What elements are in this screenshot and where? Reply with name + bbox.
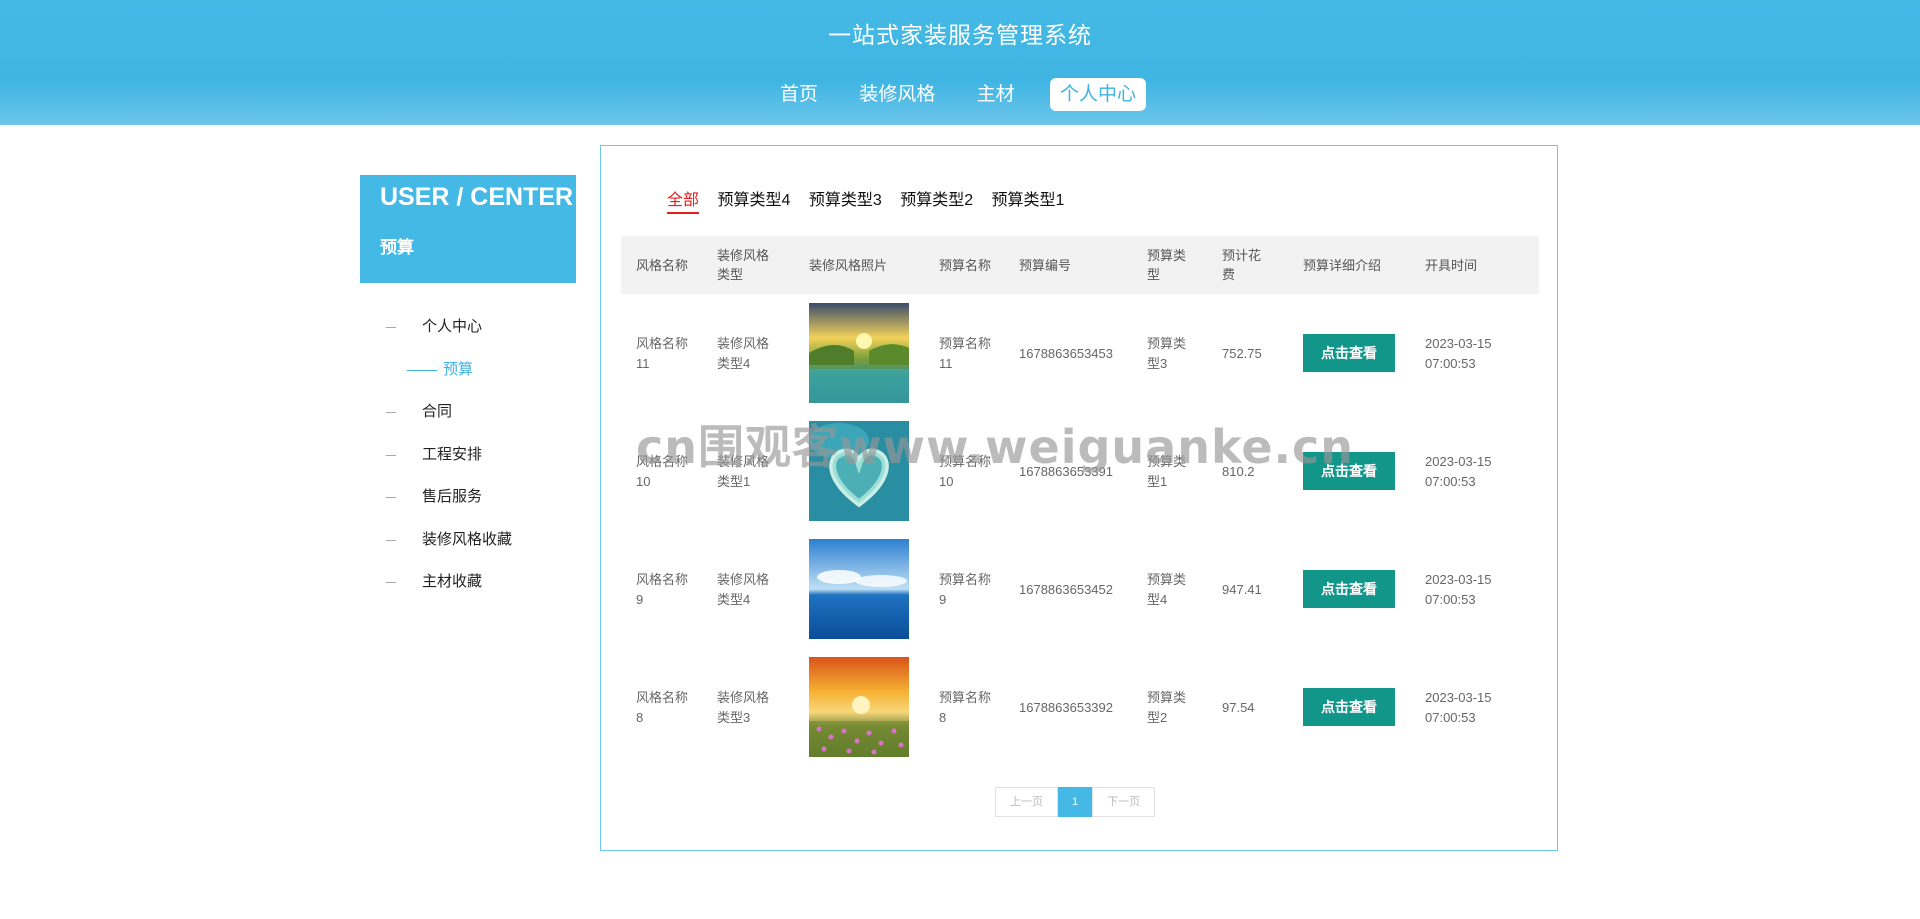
- filter-budget-type-1[interactable]: 预算类型1: [992, 186, 1065, 212]
- cell-style-type: 装修风格类型3: [717, 690, 770, 725]
- dash-icon: [386, 454, 396, 456]
- issue-clock-time: 07:00:53: [1425, 474, 1476, 489]
- view-detail-button[interactable]: 点击查看: [1303, 334, 1395, 372]
- table-row: 风格名称11 装修风格类型4 预算名称11 1678863653453 预算类型…: [621, 295, 1539, 413]
- cell-style-type: 装修风格类型4: [717, 336, 770, 371]
- cell-budget-number: 1678863653452: [1019, 582, 1113, 597]
- dash-icon: [386, 411, 396, 413]
- issue-clock-time: 07:00:53: [1425, 592, 1476, 607]
- cell-issue-time: 2023-03-15 07:00:53: [1425, 413, 1525, 531]
- cell-style-name: 风格名称11: [636, 336, 689, 371]
- cell-style-name: 风格名称9: [636, 572, 689, 607]
- cell-budget-number: 1678863653453: [1019, 346, 1113, 361]
- sea-sky-photo: [809, 539, 909, 639]
- col-budget-name: 预算名称: [939, 257, 992, 273]
- cell-estimated-cost: 947.41: [1222, 582, 1262, 597]
- site-header: 一站式家装服务管理系统 首页 装修风格 主材 个人中心: [0, 0, 1920, 125]
- dash-icon: [386, 496, 396, 498]
- sidebar-item-budget[interactable]: 预算: [386, 358, 473, 379]
- col-estimated-cost: 预计花费: [1222, 248, 1262, 282]
- filter-all[interactable]: 全部: [667, 186, 700, 214]
- main-nav: 首页 装修风格 主材 个人中心: [0, 78, 1920, 111]
- cell-issue-time: 2023-03-15 07:00:53: [1425, 649, 1525, 767]
- sidebar-item-project-schedule[interactable]: 工程安排: [386, 443, 482, 464]
- filter-budget-type-2[interactable]: 预算类型2: [900, 186, 973, 212]
- pagination: 上一页 1 下一页: [995, 787, 1156, 817]
- cell-style-name: 风格名称8: [636, 690, 689, 725]
- filter-budget-type-4[interactable]: 预算类型4: [717, 186, 790, 212]
- cell-budget-name: 预算名称9: [939, 572, 992, 607]
- budget-content-panel: 全部 预算类型4 预算类型3 预算类型2 预算类型1 风格名称 装修风格类型 装…: [600, 145, 1558, 851]
- col-budget-type: 预算类型: [1147, 248, 1187, 282]
- nav-main-material[interactable]: 主材: [971, 78, 1021, 111]
- cell-style-type: 装修风格类型4: [717, 572, 770, 607]
- nav-user-center[interactable]: 个人中心: [1049, 78, 1146, 111]
- cell-issue-time: 2023-03-15 07:00:53: [1425, 295, 1525, 413]
- sidebar-item-user-center[interactable]: 个人中心: [386, 315, 482, 336]
- cell-budget-type: 预算类型4: [1147, 572, 1187, 607]
- cell-estimated-cost: 752.75: [1222, 346, 1262, 361]
- sidebar-item-style-favorites[interactable]: 装修风格收藏: [386, 528, 512, 549]
- issue-date: 2023-03-15: [1425, 336, 1492, 351]
- sidebar-item-label: 主材收藏: [422, 573, 483, 590]
- issue-clock-time: 07:00:53: [1425, 356, 1476, 371]
- sidebar-item-label: 预算: [443, 361, 474, 378]
- prev-page-button[interactable]: 上一页: [995, 787, 1058, 817]
- budget-type-filters: 全部 预算类型4 预算类型3 预算类型2 预算类型1: [667, 186, 1078, 214]
- col-budget-number: 预算编号: [1019, 257, 1072, 273]
- sidebar-title: USER / CENTER: [380, 183, 574, 211]
- page-number-button[interactable]: 1: [1058, 787, 1093, 817]
- sidebar-item-label: 售后服务: [422, 488, 483, 505]
- issue-clock-time: 07:00:53: [1425, 710, 1476, 725]
- cell-budget-number: 1678863653392: [1019, 700, 1113, 715]
- cell-estimated-cost: 97.54: [1222, 700, 1255, 715]
- nav-decoration-style[interactable]: 装修风格: [853, 78, 941, 111]
- sidebar-item-label: 装修风格收藏: [422, 531, 513, 548]
- issue-date: 2023-03-15: [1425, 572, 1492, 587]
- col-issue-time: 开具时间: [1425, 257, 1478, 273]
- lake-sunrise-photo: [809, 303, 909, 403]
- flower-field-sunset-photo: [809, 657, 909, 757]
- view-detail-button[interactable]: 点击查看: [1303, 688, 1395, 726]
- site-title: 一站式家装服务管理系统: [828, 22, 1092, 48]
- filter-budget-type-3[interactable]: 预算类型3: [809, 186, 882, 212]
- issue-date: 2023-03-15: [1425, 454, 1492, 469]
- table-header: 风格名称 装修风格类型 装修风格照片 预算名称 预算编号 预算类型 预计花费 预…: [621, 236, 1539, 294]
- dash-icon: [386, 539, 396, 541]
- next-page-button[interactable]: 下一页: [1092, 787, 1156, 817]
- col-style-type: 装修风格类型: [717, 248, 770, 282]
- col-style-photo: 装修风格照片: [809, 257, 888, 273]
- sidebar-item-after-sales[interactable]: 售后服务: [386, 485, 482, 506]
- sidebar-item-label: 个人中心: [422, 318, 483, 335]
- table-row: 风格名称9 装修风格类型4 预算名称9 1678863653452 预算类型4 …: [621, 531, 1539, 649]
- watermark: cn围观客www.weiguanke.cn: [636, 420, 1355, 474]
- cell-budget-type: 预算类型2: [1147, 690, 1187, 725]
- sidebar-item-label: 工程安排: [422, 446, 483, 463]
- sidebar-item-material-favorites[interactable]: 主材收藏: [386, 570, 482, 591]
- col-budget-detail: 预算详细介绍: [1303, 257, 1382, 273]
- col-style-name: 风格名称: [636, 257, 689, 273]
- sidebar-item-contract[interactable]: 合同: [386, 400, 452, 421]
- cell-issue-time: 2023-03-15 07:00:53: [1425, 531, 1525, 649]
- issue-date: 2023-03-15: [1425, 690, 1492, 705]
- cell-budget-name: 预算名称11: [939, 336, 992, 371]
- dash-icon: [386, 326, 396, 328]
- dash-icon: [386, 581, 396, 583]
- sidebar-item-label: 合同: [422, 403, 453, 420]
- view-detail-button[interactable]: 点击查看: [1303, 570, 1395, 608]
- dash-icon: [407, 369, 437, 371]
- table-row: 风格名称8 装修风格类型3 预算名称8 1678863653392 预算类型2 …: [621, 649, 1539, 767]
- sidebar-header: USER / CENTER 预算: [360, 175, 576, 283]
- cell-budget-name: 预算名称8: [939, 690, 992, 725]
- nav-home[interactable]: 首页: [774, 78, 824, 111]
- cell-budget-type: 预算类型3: [1147, 336, 1187, 371]
- sidebar-subtitle: 预算: [380, 238, 414, 257]
